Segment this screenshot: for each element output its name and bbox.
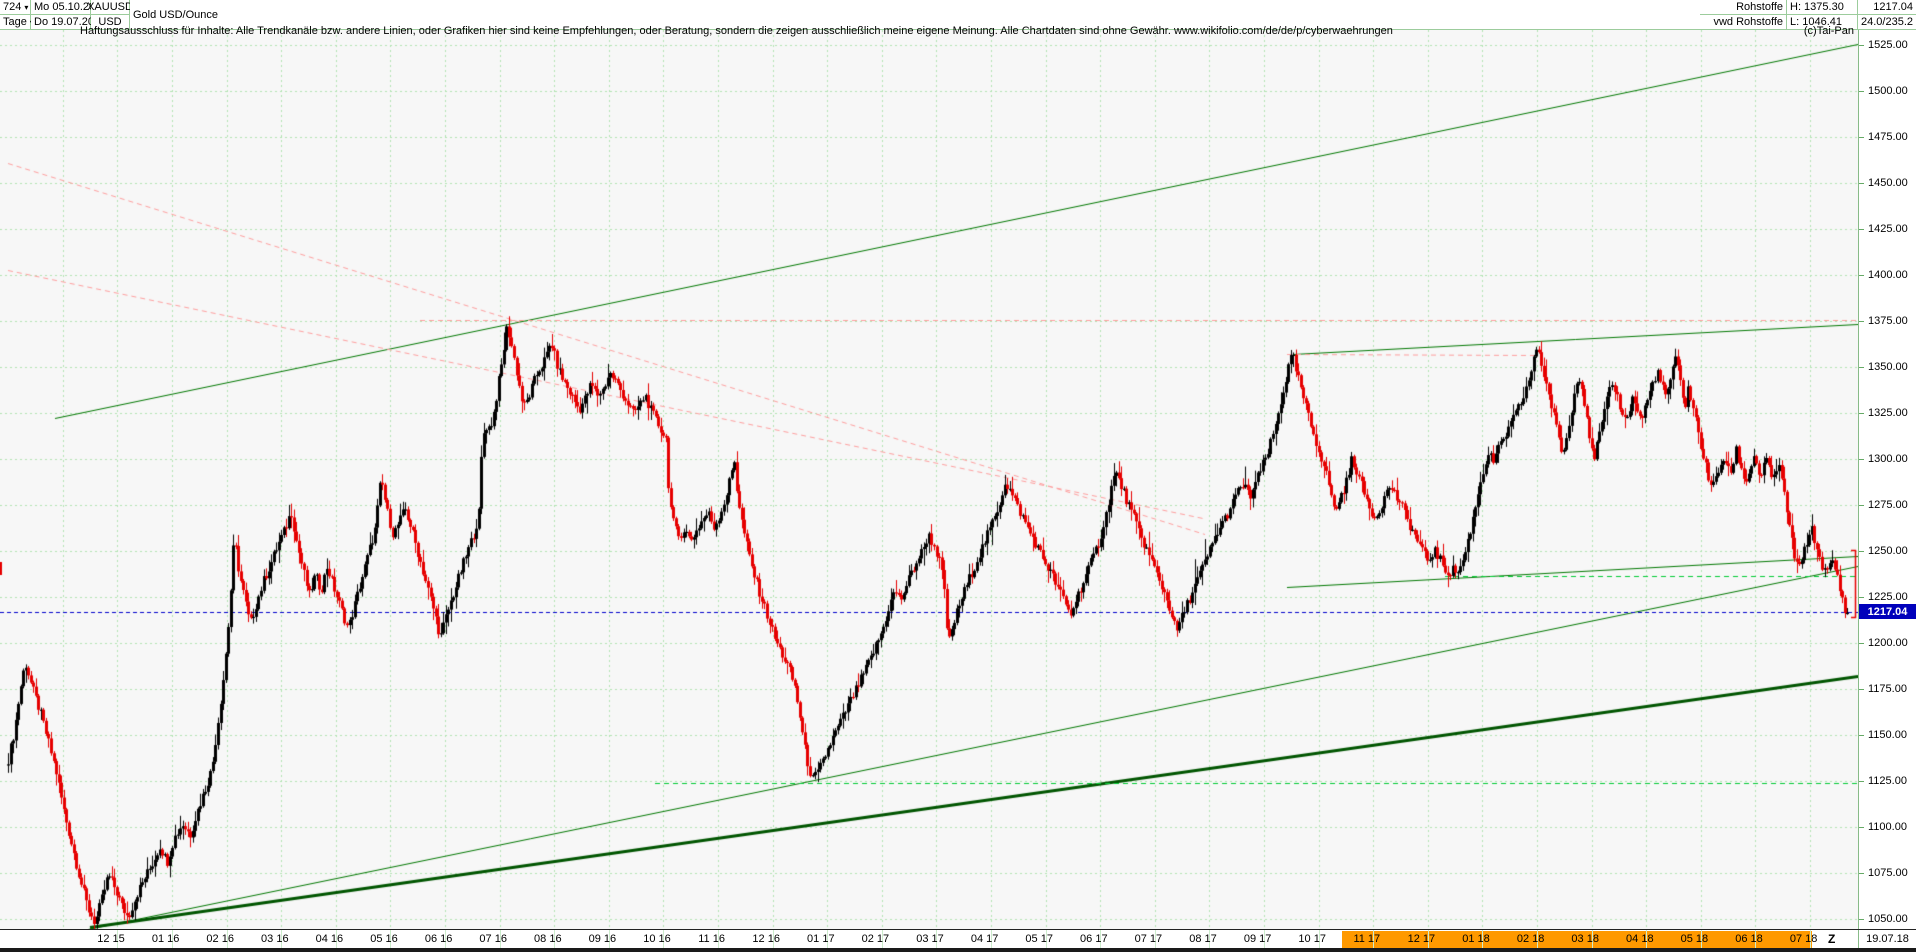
- month-label: 09 16: [588, 933, 617, 945]
- month-label: 06 16: [424, 933, 453, 945]
- month-label: 04 18: [1626, 933, 1654, 945]
- disclaimer-text: Haftungsausschluss für Inhalte: Alle Tre…: [80, 25, 1393, 37]
- price-tick-label: 1300.00: [1859, 453, 1916, 465]
- month-label: 02 18: [1516, 933, 1545, 945]
- month-label: 07 18: [1789, 933, 1818, 945]
- month-label: 12 15: [97, 933, 125, 945]
- month-label: 06 18: [1735, 933, 1763, 945]
- price-tick-label: 1400.00: [1859, 269, 1916, 281]
- price-tick-label: 1500.00: [1859, 85, 1916, 97]
- month-label: 02 16: [206, 933, 234, 945]
- axis-corner-date: 19.07.18: [1858, 930, 1916, 948]
- month-label: 05 16: [370, 933, 398, 945]
- month-label: 08 17: [1189, 933, 1217, 945]
- price-tick-label: 1125.00: [1859, 775, 1916, 787]
- window-bottom-edge: [0, 948, 1916, 952]
- month-label: 02 17: [861, 933, 890, 945]
- month-label: 04 17: [970, 933, 999, 945]
- month-label: 07 17: [1134, 933, 1163, 945]
- month-label: 05 17: [1025, 933, 1053, 945]
- price-tick-label: 1375.00: [1859, 315, 1916, 327]
- price-tick-label: 1525.00: [1859, 39, 1916, 51]
- month-label: 03 17: [916, 933, 944, 945]
- month-label: 07 16: [479, 933, 507, 945]
- month-label: 12 17: [1407, 933, 1436, 945]
- date-from-cell: Mo 05.10.2015: [31, 0, 107, 15]
- month-label: 04 16: [315, 933, 344, 945]
- symbol-cell: XAUUSD: [87, 0, 133, 15]
- month-label: 12 16: [752, 933, 780, 945]
- month-label: 09 17: [1243, 933, 1272, 945]
- chevron-down-icon: ▾: [24, 2, 29, 12]
- category-cell: Rohstoffe: [1700, 0, 1787, 15]
- month-label: 03 16: [261, 933, 289, 945]
- price-tick-label: 1050.00: [1859, 913, 1916, 925]
- time-axis[interactable]: Z 19.07.18 12 15 01 16 02 16 03 16 04 16 05 1…: [0, 929, 1916, 948]
- price-tick-label: 1225.00: [1859, 591, 1916, 603]
- taipan-copyright: (c)Tai-Pan: [1803, 25, 1854, 37]
- price-tick-label: 1250.00: [1859, 545, 1916, 557]
- taipan-chart-window: { "header": { "left": { "id_value": "724…: [0, 0, 1916, 952]
- price-tick-label: 1450.00: [1859, 177, 1916, 189]
- price-tick-label: 1325.00: [1859, 407, 1916, 419]
- month-label: 01 18: [1462, 933, 1490, 945]
- price-tick-label: 1150.00: [1859, 729, 1916, 741]
- month-label: 08 16: [534, 933, 562, 945]
- month-label: 11 16: [698, 933, 725, 945]
- timeframe-dropdown[interactable]: Tage ▾: [0, 15, 34, 30]
- price-chart-canvas[interactable]: [0, 0, 1916, 952]
- range-info-cell: 24.0/235.2: [1858, 15, 1916, 30]
- price-axis[interactable]: 1525.00 1500.00 1475.00 1450.00 1425.00 1400.…: [1858, 30, 1916, 929]
- month-label: 01 17: [807, 933, 835, 945]
- last-price-cell: 1217.04: [1858, 0, 1916, 15]
- month-label: 03 18: [1571, 933, 1599, 945]
- current-price-tag: 1217.04: [1859, 604, 1916, 619]
- source-cell: vwd Rohstoffe: [1700, 15, 1787, 30]
- price-tick-label: 1075.00: [1859, 867, 1916, 879]
- price-tick-label: 1175.00: [1859, 683, 1916, 695]
- axis-end-label: Z: [1828, 932, 1836, 946]
- month-label: 01 16: [151, 933, 180, 945]
- price-tick-label: 1100.00: [1859, 821, 1916, 833]
- month-label: 11 17: [1353, 933, 1381, 945]
- price-tick-label: 1425.00: [1859, 223, 1916, 235]
- month-label: 06 17: [1080, 933, 1108, 945]
- month-label: 10 16: [643, 933, 671, 945]
- price-tick-label: 1475.00: [1859, 131, 1916, 143]
- month-label: 05 18: [1680, 933, 1709, 945]
- price-tick-label: 1200.00: [1859, 637, 1916, 649]
- period-high-cell: H: 1375.30: [1787, 0, 1858, 15]
- month-label: 10 17: [1298, 933, 1326, 945]
- chart-id-dropdown[interactable]: 724 ▾: [0, 0, 31, 15]
- price-tick-label: 1275.00: [1859, 499, 1916, 511]
- price-tick-label: 1350.00: [1859, 361, 1916, 373]
